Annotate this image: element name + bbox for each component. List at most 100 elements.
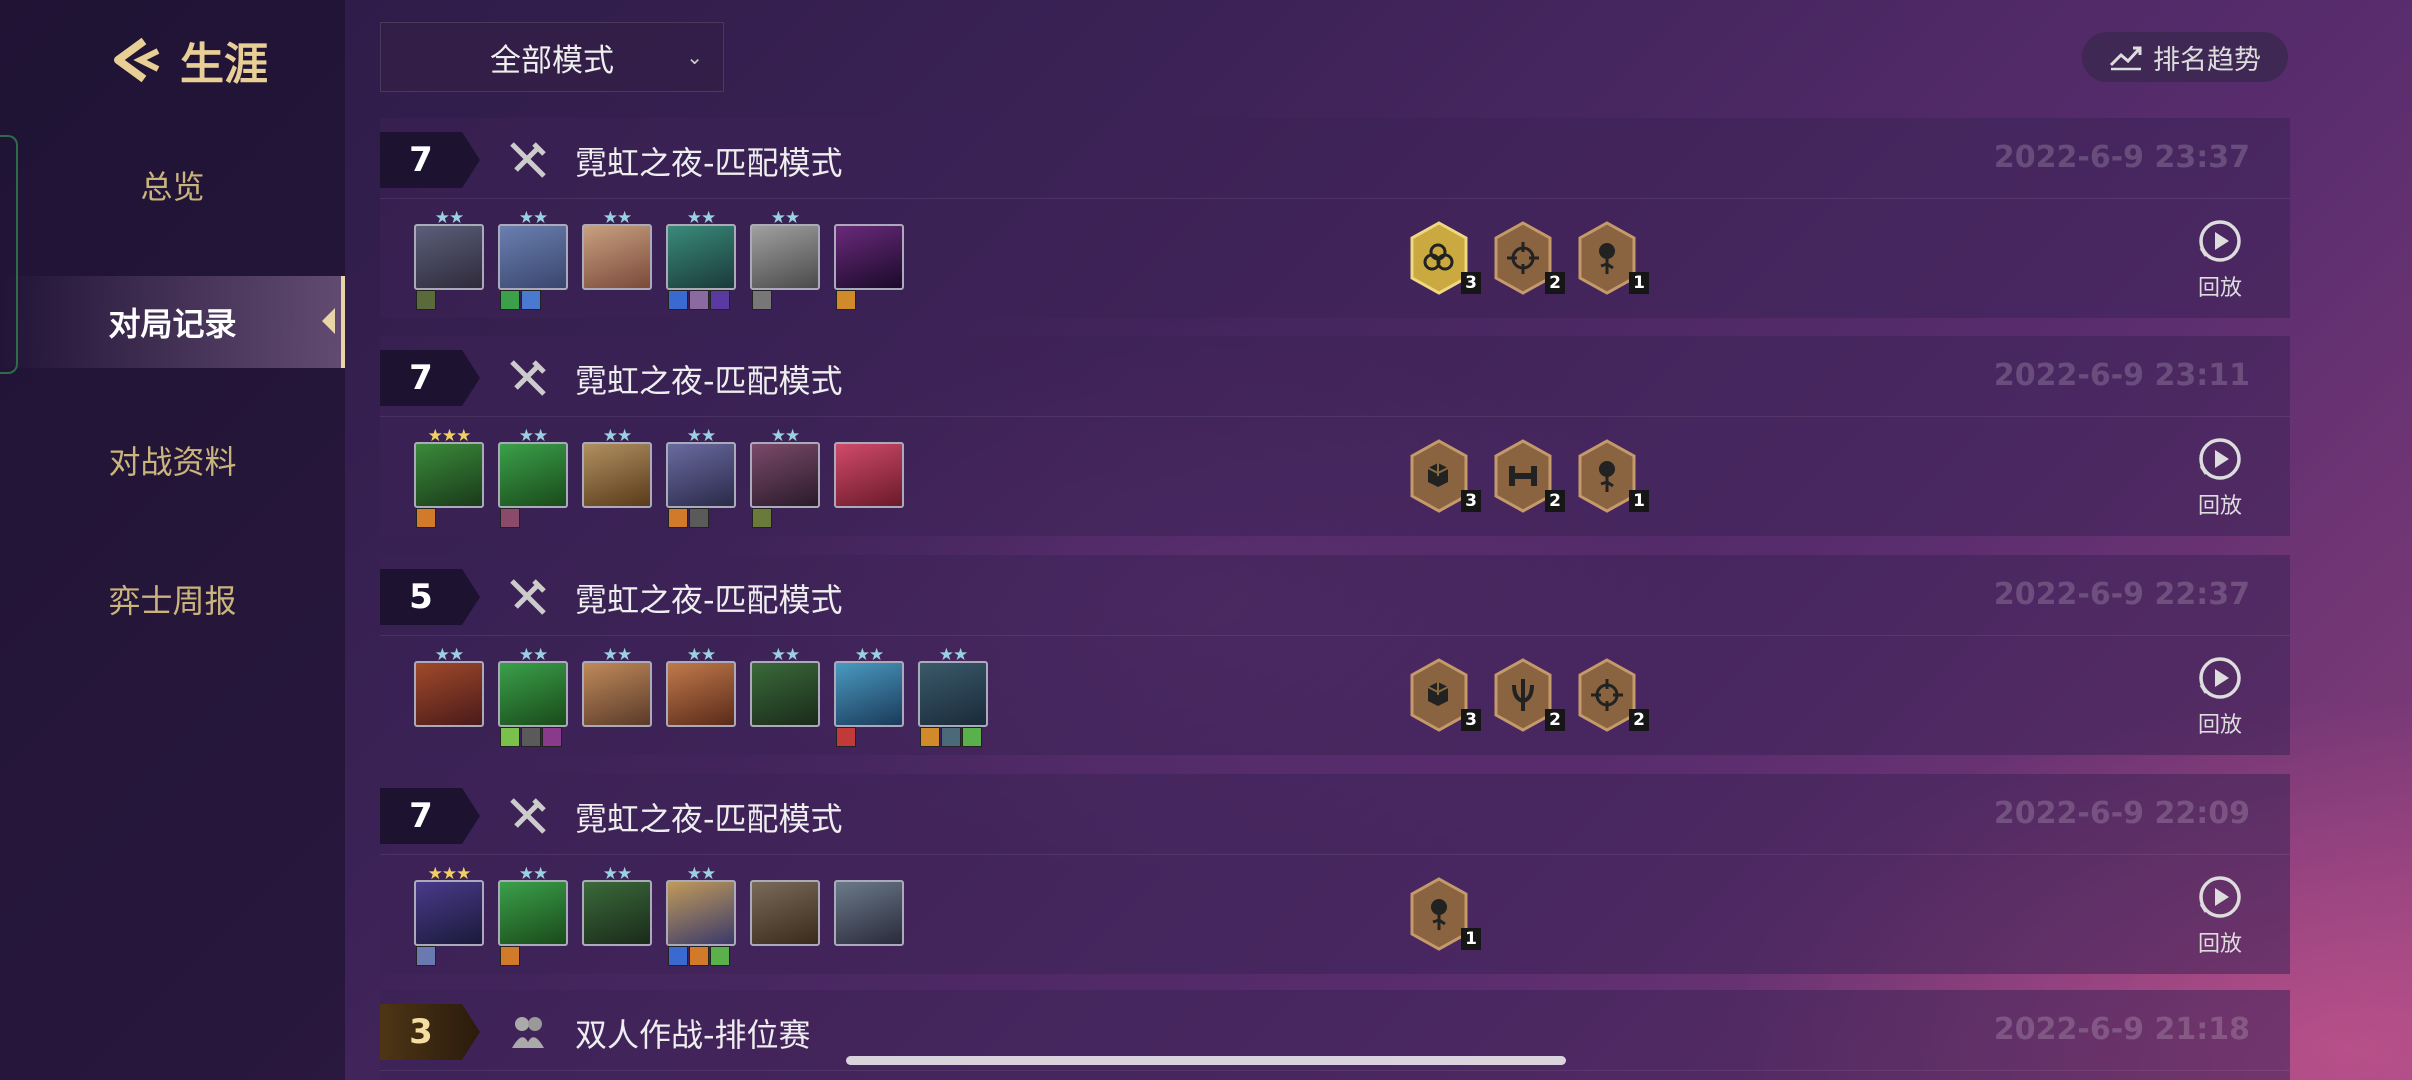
champion-portrait[interactable]: ★★ — [750, 210, 820, 310]
champion-portrait[interactable]: ★★ — [582, 866, 652, 946]
item-icon — [500, 946, 520, 966]
placement-badge: 7 — [380, 350, 480, 406]
champion-portrait[interactable]: ★★ — [498, 647, 568, 747]
star-level: ★★ — [602, 208, 632, 228]
match-header: 7 霓虹之夜-匹配模式 2022-6-9 23:37 — [380, 118, 2290, 199]
match-card[interactable]: 7 霓虹之夜-匹配模式 2022-6-9 22:09 ★★★ ★★ ★★ ★★ 1 回放 — [380, 774, 2290, 974]
back-button[interactable]: 生涯 — [108, 28, 268, 92]
trait-list: 3 2 1 — [1407, 220, 1649, 298]
trend-chart-icon — [2109, 46, 2142, 71]
match-card[interactable]: 5 霓虹之夜-匹配模式 2022-6-9 22:37 ★★ ★★ ★★ ★★ ★★ ★★ ★★ 3 2… — [380, 555, 2290, 755]
champion-items — [416, 508, 436, 528]
champion-portrait[interactable]: ★★ — [582, 428, 652, 508]
champion-portrait[interactable] — [834, 224, 904, 310]
trait-badge[interactable]: 1 — [1575, 220, 1649, 298]
replay-icon — [2199, 657, 2241, 699]
sidebar-item-overview[interactable]: 总览 — [0, 140, 345, 230]
champion-portrait[interactable]: ★★ — [582, 647, 652, 727]
match-time: 2022-6-9 23:11 — [1993, 358, 2250, 393]
champion-portrait[interactable]: ★★ — [666, 210, 736, 310]
replay-button[interactable]: 回放 — [2190, 218, 2250, 302]
item-icon — [941, 727, 961, 747]
replay-button[interactable]: 回放 — [2190, 655, 2250, 739]
trait-count: 3 — [1461, 490, 1481, 512]
home-indicator[interactable] — [846, 1056, 1566, 1065]
trait-badge[interactable]: 2 — [1491, 220, 1565, 298]
champion-portrait[interactable]: ★★ — [750, 428, 820, 528]
champion-portrait[interactable]: ★★★ — [414, 866, 484, 966]
champion-portrait[interactable]: ★★ — [582, 210, 652, 290]
match-card[interactable]: 7 霓虹之夜-匹配模式 2022-6-9 23:37 ★★ ★★ ★★ ★★ ★★ 3 2 1 回放 — [380, 118, 2290, 318]
star-level: ★★ — [602, 864, 632, 884]
trait-badge[interactable]: 2 — [1491, 438, 1565, 516]
trait-count: 2 — [1545, 709, 1565, 731]
champion-portrait[interactable] — [750, 880, 820, 946]
champion-portrait[interactable]: ★★★ — [414, 428, 484, 528]
champion-portrait[interactable]: ★★ — [498, 866, 568, 966]
match-header: 7 霓虹之夜-匹配模式 2022-6-9 23:11 — [380, 336, 2290, 417]
sidebar-item-match-history[interactable]: 对局记录 — [0, 276, 345, 368]
star-level: ★★ — [518, 426, 548, 446]
item-icon — [689, 290, 709, 310]
item-icon — [668, 946, 688, 966]
replay-icon — [2199, 876, 2241, 918]
item-icon — [416, 946, 436, 966]
champion-portrait[interactable]: ★★ — [666, 647, 736, 727]
champion-portrait[interactable] — [834, 880, 904, 946]
champion-portrait[interactable]: ★★ — [834, 647, 904, 747]
star-level: ★★ — [602, 645, 632, 665]
placement-badge: 3 — [380, 1004, 480, 1060]
champion-portrait[interactable] — [834, 442, 904, 508]
trait-badge[interactable]: 3 — [1407, 657, 1481, 735]
trait-badge[interactable]: 2 — [1491, 657, 1565, 735]
rank-trend-button[interactable]: 排名趋势 — [2082, 32, 2288, 82]
sidebar-item-battle-stats[interactable]: 对战资料 — [0, 415, 345, 505]
replay-button[interactable]: 回放 — [2190, 436, 2250, 520]
champion-items — [500, 727, 562, 747]
game-mode-name: 霓虹之夜-匹配模式 — [575, 144, 843, 182]
trait-badge[interactable]: 1 — [1575, 438, 1649, 516]
champion-portrait[interactable]: ★★ — [918, 647, 988, 747]
star-level: ★★ — [686, 864, 716, 884]
crossed-swords-icon — [508, 577, 548, 617]
page-title: 生涯 — [180, 39, 268, 90]
star-level: ★★ — [518, 645, 548, 665]
item-icon — [521, 290, 541, 310]
champion-lineup: ★★ ★★ ★★ ★★ ★★ ★★ ★★ — [414, 647, 988, 747]
sidebar-item-weekly-report[interactable]: 弈士周报 — [0, 554, 345, 644]
star-level: ★★ — [686, 426, 716, 446]
trait-badge[interactable]: 1 — [1407, 876, 1481, 954]
star-level: ★★★ — [427, 426, 472, 446]
champion-portrait[interactable]: ★★ — [498, 428, 568, 528]
champion-items — [836, 290, 856, 310]
trait-count: 3 — [1461, 709, 1481, 731]
sidebar-item-label: 弈士周报 — [108, 582, 237, 620]
item-icon — [689, 946, 709, 966]
trait-badge[interactable]: 3 — [1407, 220, 1481, 298]
match-card[interactable]: 7 霓虹之夜-匹配模式 2022-6-9 23:11 ★★★ ★★ ★★ ★★ ★★ 3 2 1 回放 — [380, 336, 2290, 536]
crossed-swords-icon — [508, 140, 548, 180]
replay-button[interactable]: 回放 — [2190, 874, 2250, 958]
item-icon — [668, 508, 688, 528]
trait-badge[interactable]: 3 — [1407, 438, 1481, 516]
champion-portrait[interactable]: ★★ — [498, 210, 568, 310]
trait-list: 3 2 1 — [1407, 438, 1649, 516]
match-card[interactable]: 3 双人作战-排位赛 2022-6-9 21:18 — [380, 990, 2290, 1080]
star-level: ★★★ — [427, 864, 472, 884]
duo-icon — [508, 1012, 548, 1052]
replay-label: 回放 — [2197, 932, 2242, 957]
champion-portrait[interactable]: ★★ — [666, 428, 736, 528]
champion-portrait[interactable]: ★★ — [666, 866, 736, 966]
star-level: ★★ — [434, 645, 464, 665]
star-level: ★★ — [518, 864, 548, 884]
item-icon — [836, 727, 856, 747]
item-icon — [962, 727, 982, 747]
champion-portrait[interactable]: ★★ — [414, 647, 484, 727]
item-icon — [752, 290, 772, 310]
mode-select[interactable]: 全部模式 ⌄ — [380, 22, 724, 92]
trait-badge[interactable]: 2 — [1575, 657, 1649, 735]
game-mode-name: 霓虹之夜-匹配模式 — [575, 800, 843, 838]
champion-portrait[interactable]: ★★ — [750, 647, 820, 727]
match-header: 7 霓虹之夜-匹配模式 2022-6-9 22:09 — [380, 774, 2290, 855]
champion-portrait[interactable]: ★★ — [414, 210, 484, 310]
